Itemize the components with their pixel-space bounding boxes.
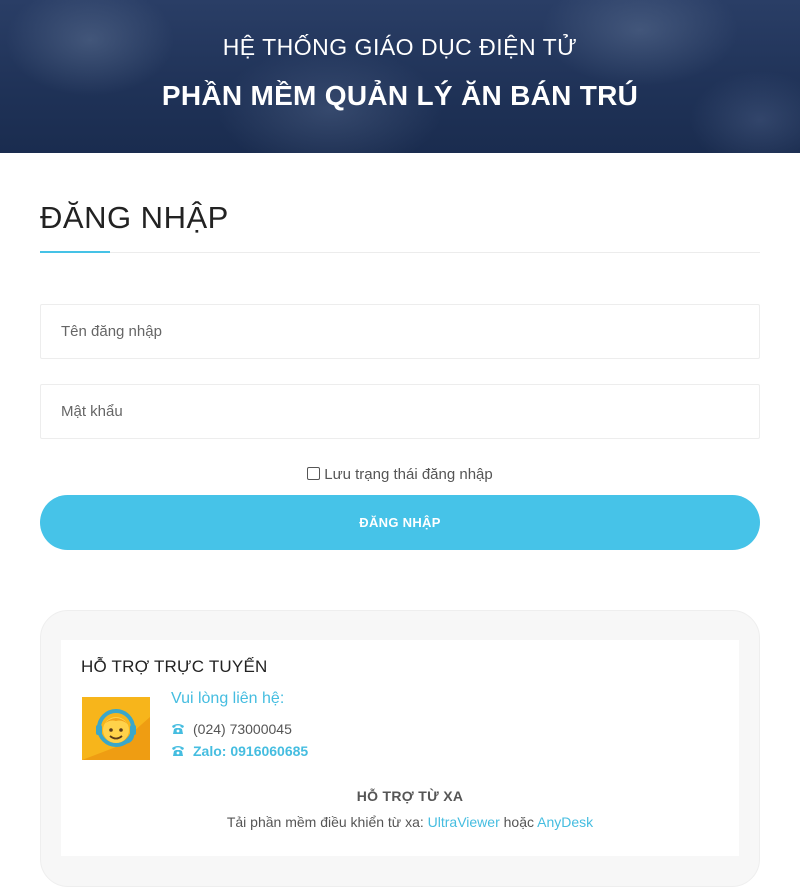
heading-divider [40, 252, 760, 253]
remote-or: hoặc [499, 814, 538, 830]
support-heading: HỖ TRỢ TRỰC TUYẾN [81, 657, 268, 676]
remote-prefix: Tải phần mềm điều khiển từ xa: [226, 814, 428, 830]
banner-subtitle: HỆ THỐNG GIÁO DỤC ĐIỆN TỬ [222, 34, 578, 60]
remember-checkbox[interactable] [307, 467, 321, 480]
remember-label[interactable]: Lưu trạng thái đăng nhập [324, 466, 493, 483]
heading-accent-line [40, 251, 110, 253]
phone-number[interactable]: (024) 73000045 [193, 721, 292, 737]
header-banner: HỆ THỐNG GIÁO DỤC ĐIỆN TỬ PHẦN MỀM QUẢN … [0, 0, 800, 153]
login-button[interactable]: ĐĂNG NHẬP [40, 495, 760, 550]
login-heading: ĐĂNG NHẬP [40, 200, 229, 235]
contact-title: Vui lòng liên hệ: [171, 690, 285, 707]
zalo-row: Zalo: 0916060685 [171, 743, 308, 759]
phone-icon [172, 724, 184, 734]
ultraviewer-link[interactable]: UltraViewer [428, 814, 500, 830]
username-input[interactable] [40, 304, 760, 359]
zalo-number[interactable]: Zalo: 0916060685 [193, 743, 308, 759]
remote-support-title: HỖ TRỢ TỪ XA [356, 788, 464, 804]
password-input[interactable] [40, 384, 760, 439]
remote-support-line: Tải phần mềm điều khiển từ xa: UltraView… [0, 814, 800, 830]
anydesk-link[interactable]: AnyDesk [537, 814, 593, 830]
support-agent-icon [82, 697, 150, 760]
phone-row: (024) 73000045 [171, 721, 292, 737]
banner-title: PHẦN MỀM QUẢN LÝ ĂN BÁN TRÚ [161, 80, 639, 111]
phone-icon [172, 746, 184, 756]
remember-login: Lưu trạng thái đăng nhập [0, 466, 800, 483]
